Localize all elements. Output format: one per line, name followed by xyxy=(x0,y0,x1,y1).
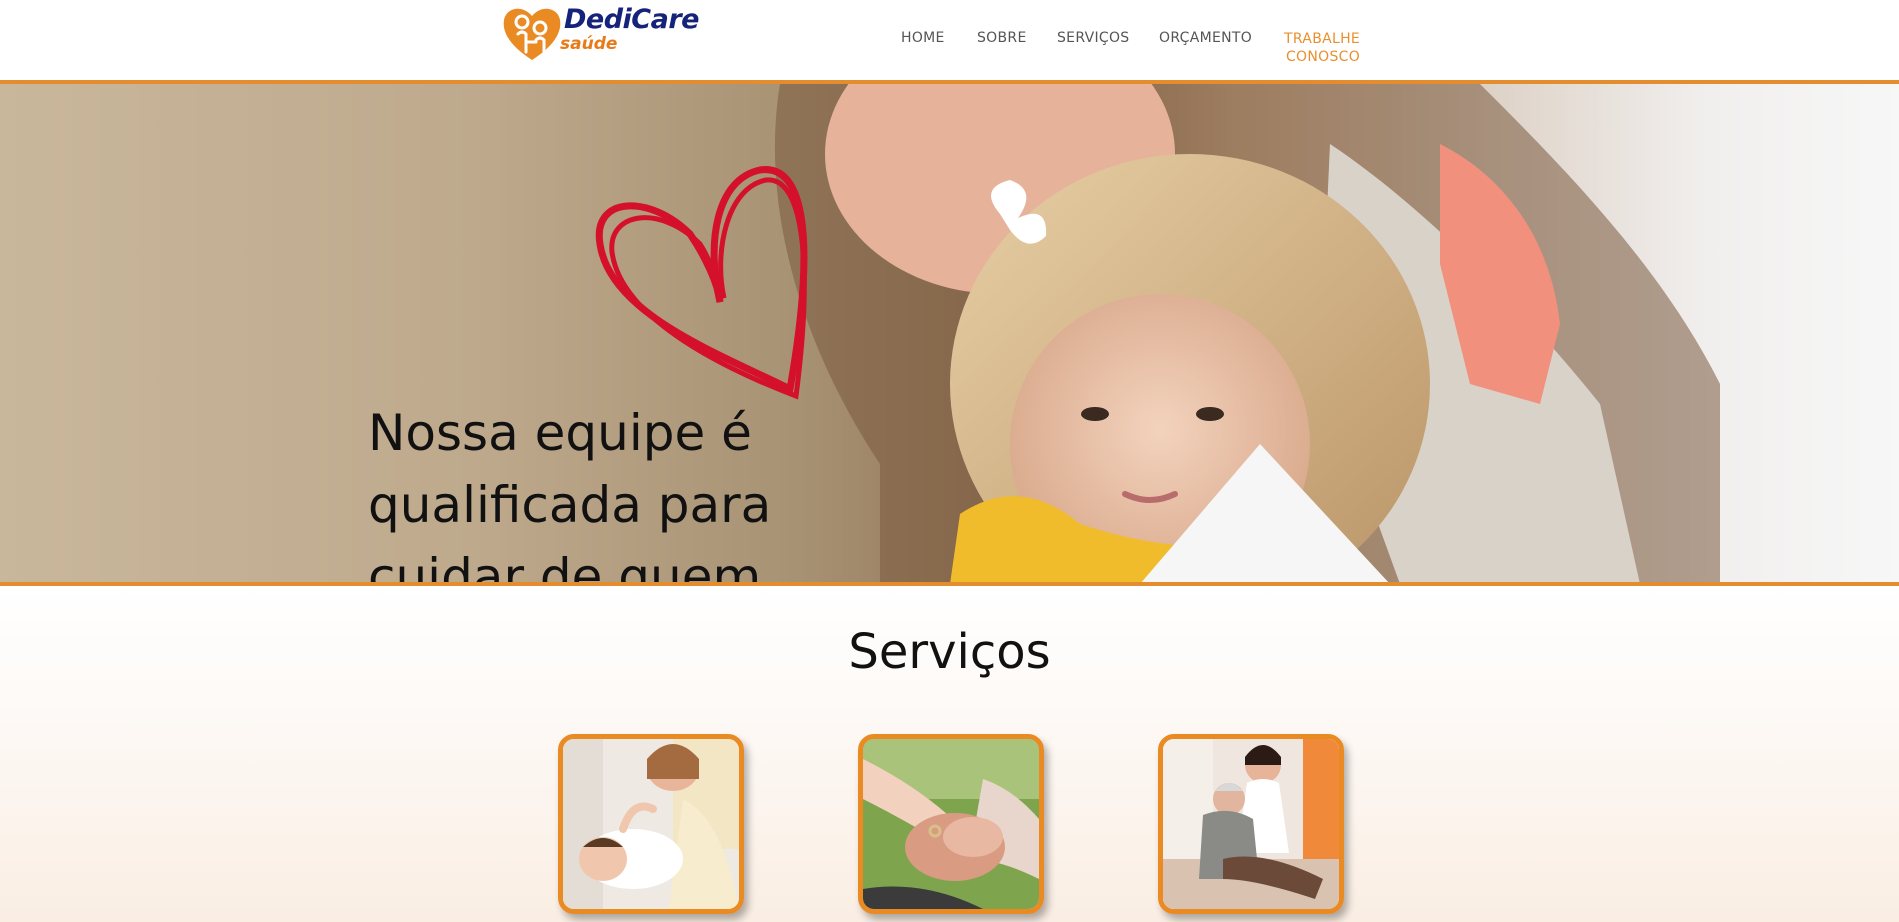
brand-name: DediCare xyxy=(564,4,699,35)
hero-tagline-line3: cuidar de quem xyxy=(368,548,762,584)
service-card-3[interactable] xyxy=(1158,734,1344,914)
hero-tagline: Nossa equipe é qualificada para cuidar d… xyxy=(368,397,788,584)
service-image-holding-hands xyxy=(863,739,1039,909)
nav-trabalhe-conosco[interactable]: TRABALHE CONOSCO xyxy=(1284,30,1360,66)
nav-trabalhe-line2: CONOSCO xyxy=(1285,49,1361,65)
service-card-2[interactable] xyxy=(858,734,1044,914)
nav-home[interactable]: HOME xyxy=(901,30,945,46)
hero-photo xyxy=(595,84,1720,584)
services-title: Serviços xyxy=(848,624,1051,680)
service-image-baby-care xyxy=(563,739,739,909)
logo-heart-icon xyxy=(503,8,561,60)
hero-heart-icon xyxy=(595,166,808,400)
logo[interactable]: DediCare saúde xyxy=(500,2,699,64)
nav-orcamento[interactable]: ORÇAMENTO xyxy=(1159,30,1252,46)
services-section: Serviços xyxy=(0,586,1899,922)
nav-servicos[interactable]: SERVIÇOS xyxy=(1057,30,1129,46)
nav-trabalhe-line1: TRABALHE xyxy=(1284,31,1361,47)
hero-banner: Nossa equipe é qualificada para cuidar d… xyxy=(0,84,1899,584)
hero-tagline-line1: Nossa equipe é xyxy=(368,404,752,462)
service-card-1[interactable] xyxy=(558,734,744,914)
service-image-elder-care xyxy=(1163,739,1339,909)
site-header: DediCare saúde HOME SOBRE SERVIÇOS ORÇAM… xyxy=(0,0,1899,80)
brand-sub: saúde xyxy=(560,34,618,54)
nav-sobre[interactable]: SOBRE xyxy=(977,30,1027,46)
hero-tagline-line2: qualificada para xyxy=(368,476,772,534)
